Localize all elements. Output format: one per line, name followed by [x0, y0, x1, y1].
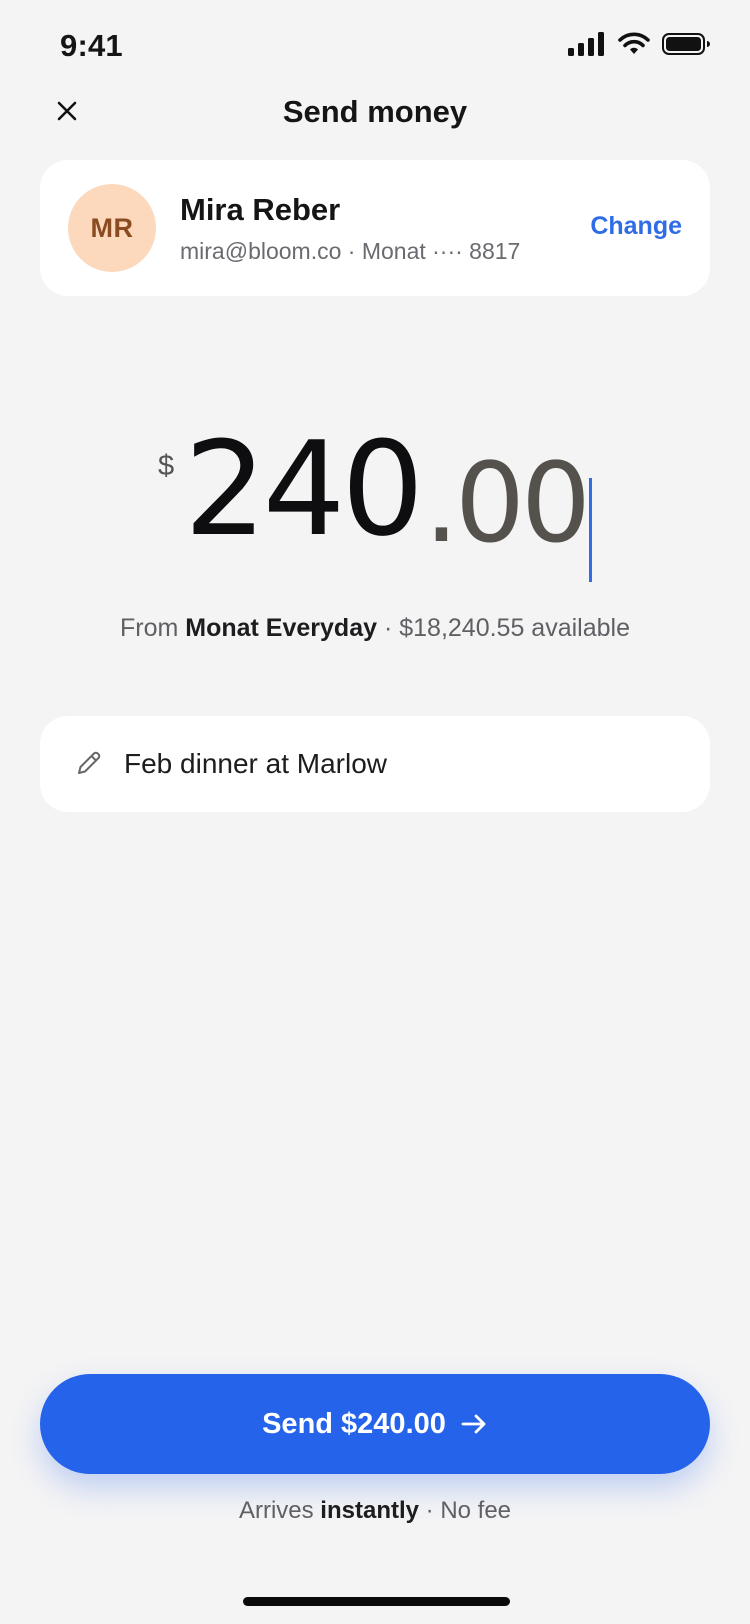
home-indicator[interactable]	[243, 1597, 510, 1606]
amount-input[interactable]: $ 240 .00	[0, 420, 750, 590]
arrow-right-icon	[461, 1414, 486, 1434]
page-title: Send money	[282, 94, 468, 129]
cellular-signal-icon	[568, 32, 604, 56]
currency-symbol: $	[158, 450, 175, 482]
send-button-label: Send $240.00	[262, 1407, 446, 1440]
arrival-suffix: · No fee	[425, 1497, 512, 1524]
recipient-name: Mira Reber	[180, 192, 341, 227]
wifi-icon	[618, 32, 650, 54]
arrival-emphasis: instantly	[320, 1497, 419, 1524]
arrival-prefix: Arrives	[238, 1497, 314, 1524]
arrival-info: Arrives instantly · No fee	[0, 1497, 750, 1525]
amount-decimal: .00	[424, 439, 591, 567]
note-text: Feb dinner at Marlow	[124, 748, 388, 779]
recipient-detail: mira@bloom.co · Monat ···· 8817	[180, 238, 521, 264]
top-nav: Send money	[0, 80, 750, 142]
status-bar: 9:41	[0, 0, 750, 92]
status-icons	[568, 32, 710, 56]
recipient-card: MR Mira Reber mira@bloom.co · Monat ····…	[40, 160, 710, 296]
text-cursor	[589, 478, 592, 582]
note-field[interactable]: Feb dinner at Marlow	[40, 716, 710, 812]
source-account-line[interactable]: From Monat Everyday · $18,240.55 availab…	[0, 614, 750, 643]
pencil-icon	[78, 751, 101, 774]
battery-icon	[662, 33, 710, 55]
source-account-name: Monat Everyday	[185, 614, 378, 642]
send-button[interactable]: Send $240.00	[40, 1374, 710, 1474]
avatar: MR	[68, 184, 156, 272]
status-time: 9:41	[60, 28, 123, 63]
change-recipient-button[interactable]: Change	[590, 212, 682, 241]
amount-integer: 240	[184, 413, 424, 565]
source-available: · $18,240.55 available	[383, 614, 630, 642]
source-prefix: From	[119, 614, 179, 642]
